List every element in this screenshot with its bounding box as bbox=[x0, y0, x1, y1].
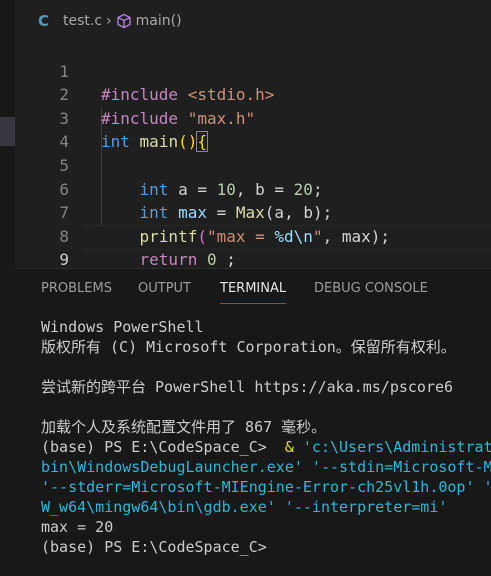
breadcrumb-symbol[interactable]: main() bbox=[136, 13, 182, 29]
terminal-line: 加载个人及系统配置文件用了 867 毫秒。 bbox=[41, 418, 327, 436]
editor[interactable]: C test.c › main() 1 #include <stdio.h> 2… bbox=[15, 0, 491, 294]
terminal-output[interactable]: Windows PowerShell 版权所有 (C) Microsoft Co… bbox=[41, 317, 491, 557]
code-line[interactable]: 9 } bbox=[15, 225, 491, 294]
code-line[interactable]: 4 bbox=[15, 107, 491, 151]
code-line[interactable]: 7 printf("max = %d\n", max); bbox=[15, 178, 491, 246]
terminal-path: 'c:\Users\Administrat bbox=[302, 438, 491, 456]
code-line[interactable]: 6 int max = Max(a, b); bbox=[15, 154, 491, 223]
terminal-line: (base) PS E:\CodeSpace_C> & 'c:\Users\Ad… bbox=[41, 437, 491, 457]
code-line[interactable]: 8 return 0 ; bbox=[15, 201, 491, 270]
token-keyword: return bbox=[139, 250, 198, 270]
code-area[interactable]: 1 #include <stdio.h> 2 #include "max.h" … bbox=[15, 36, 491, 294]
terminal-line: 版权所有 (C) Microsoft Corporation。保留所有权利。 bbox=[41, 338, 456, 356]
terminal-line: W_w64\mingw64\bin\gdb.exe' '--interprete… bbox=[41, 498, 448, 516]
terminal-line: '--stderr=Microsoft-MIEngine-Error-ch25v… bbox=[41, 478, 491, 496]
bottom-panel: PROBLEMS OUTPUT TERMINAL DEBUG CONSOLE W… bbox=[15, 268, 491, 576]
tab-terminal[interactable]: TERMINAL bbox=[220, 281, 287, 304]
code-line[interactable]: 2 #include "max.h" bbox=[15, 60, 491, 128]
tab-problems[interactable]: PROBLEMS bbox=[41, 281, 112, 296]
tab-debug-console[interactable]: DEBUG CONSOLE bbox=[314, 281, 428, 296]
terminal-line: bin\WindowsDebugLauncher.exe' '--stdin=M… bbox=[41, 458, 491, 476]
terminal-amp: & bbox=[284, 438, 303, 456]
terminal-prompt-line[interactable]: (base) PS E:\CodeSpace_C> bbox=[41, 537, 491, 557]
code-line[interactable]: 5 int a = 10, b = 20; bbox=[15, 130, 491, 199]
tab-output[interactable]: OUTPUT bbox=[138, 281, 191, 296]
code-line[interactable]: 1 #include <stdio.h> bbox=[15, 36, 491, 105]
terminal-line: max = 20 bbox=[41, 518, 114, 536]
terminal-line: Windows PowerShell bbox=[41, 318, 204, 336]
method-cube-icon bbox=[116, 13, 131, 29]
breadcrumb: C test.c › main() bbox=[15, 8, 182, 34]
terminal-line: 尝试新的跨平台 PowerShell https://aka.ms/pscore… bbox=[41, 378, 454, 396]
active-tab-underline bbox=[220, 303, 287, 304]
tab-terminal-label: TERMINAL bbox=[220, 281, 287, 296]
token-punct: ; bbox=[216, 250, 236, 270]
activity-selected-marker bbox=[0, 117, 15, 146]
code-line[interactable]: 3 int main(){ bbox=[15, 83, 491, 153]
panel-side-strip bbox=[0, 270, 15, 576]
vscode-window: C test.c › main() 1 #include <stdio.h> 2… bbox=[0, 0, 491, 576]
token-number: 0 bbox=[206, 250, 217, 270]
terminal-prompt: (base) PS E:\CodeSpace_C> bbox=[41, 438, 285, 456]
breadcrumb-file[interactable]: test.c bbox=[63, 13, 102, 29]
c-file-icon: C bbox=[38, 12, 50, 30]
chevron-right-icon: › bbox=[106, 13, 112, 29]
